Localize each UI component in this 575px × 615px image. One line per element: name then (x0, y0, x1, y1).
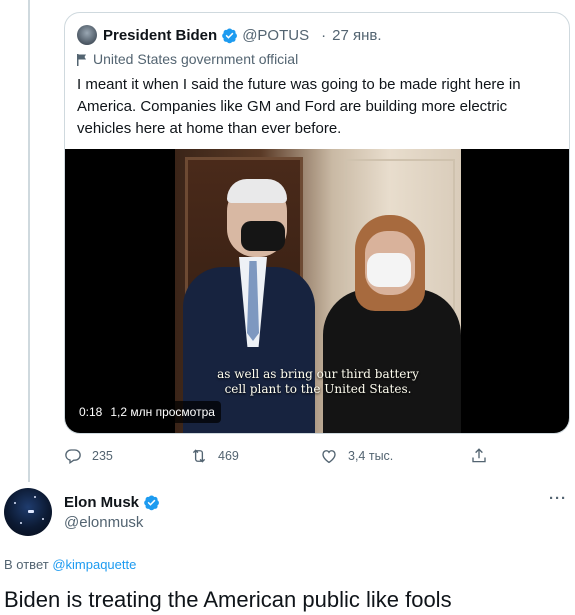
like-count: 3,4 тыс. (348, 449, 394, 463)
elon-musk-avatar[interactable] (4, 488, 52, 536)
video-caption: as well as bring our third battery cell … (175, 367, 461, 397)
video-caption-line-2: cell plant to the United States. (224, 382, 412, 396)
video-timestamp: 0:18 (79, 405, 103, 419)
quoted-author-handle[interactable]: @POTUS (242, 27, 309, 44)
video-player[interactable]: as well as bring our third battery cell … (65, 149, 569, 433)
reply-count: 235 (92, 449, 113, 463)
reply-tweet-header: Elon Musk (64, 494, 160, 511)
government-label-text: United States government official (93, 51, 299, 67)
replying-to-line: В ответ @kimpaquette (4, 557, 136, 572)
more-icon[interactable]: ··· (546, 490, 570, 510)
verified-badge-icon (221, 27, 238, 44)
replying-to-mention[interactable]: @kimpaquette (52, 557, 136, 572)
quoted-tweet-text: I meant it when I said the future was go… (77, 76, 521, 137)
share-button[interactable] (470, 447, 488, 465)
reply-author-handle[interactable]: @elonmusk (64, 514, 143, 531)
verified-badge-icon (143, 494, 160, 511)
tweet-action-bar: 235 469 3,4 тыс. (0, 447, 575, 467)
quoted-tweet-card[interactable]: President Biden @POTUS · 27 янв. United … (64, 12, 570, 434)
flag-icon (77, 53, 87, 66)
retweet-icon (192, 449, 206, 463)
government-label: United States government official (77, 51, 298, 67)
potus-avatar[interactable] (77, 25, 97, 45)
thread-connector-line (28, 0, 30, 482)
reply-author-name[interactable]: Elon Musk (64, 494, 139, 511)
video-view-count: 1,2 млн просмотра (110, 405, 215, 419)
reply-button[interactable]: 235 (64, 447, 113, 465)
video-caption-line-1: as well as bring our third battery (217, 367, 419, 381)
retweet-button[interactable]: 469 (190, 447, 239, 465)
video-stats-badge: 0:18 1,2 млн просмотра (73, 401, 221, 423)
retweet-count: 469 (218, 449, 239, 463)
reply-tweet-text: Biden is treating the American public li… (4, 587, 452, 612)
quoted-author-name[interactable]: President Biden (103, 27, 217, 44)
like-icon (322, 450, 336, 464)
header-separator: · (321, 26, 327, 44)
like-button[interactable]: 3,4 тыс. (320, 447, 393, 465)
reply-icon (65, 449, 81, 465)
replying-to-prefix: В ответ (4, 557, 49, 572)
share-icon (472, 448, 486, 463)
quoted-tweet-date[interactable]: 27 янв. (332, 27, 381, 44)
quoted-tweet-header: President Biden @POTUS · 27 янв. (77, 25, 382, 45)
